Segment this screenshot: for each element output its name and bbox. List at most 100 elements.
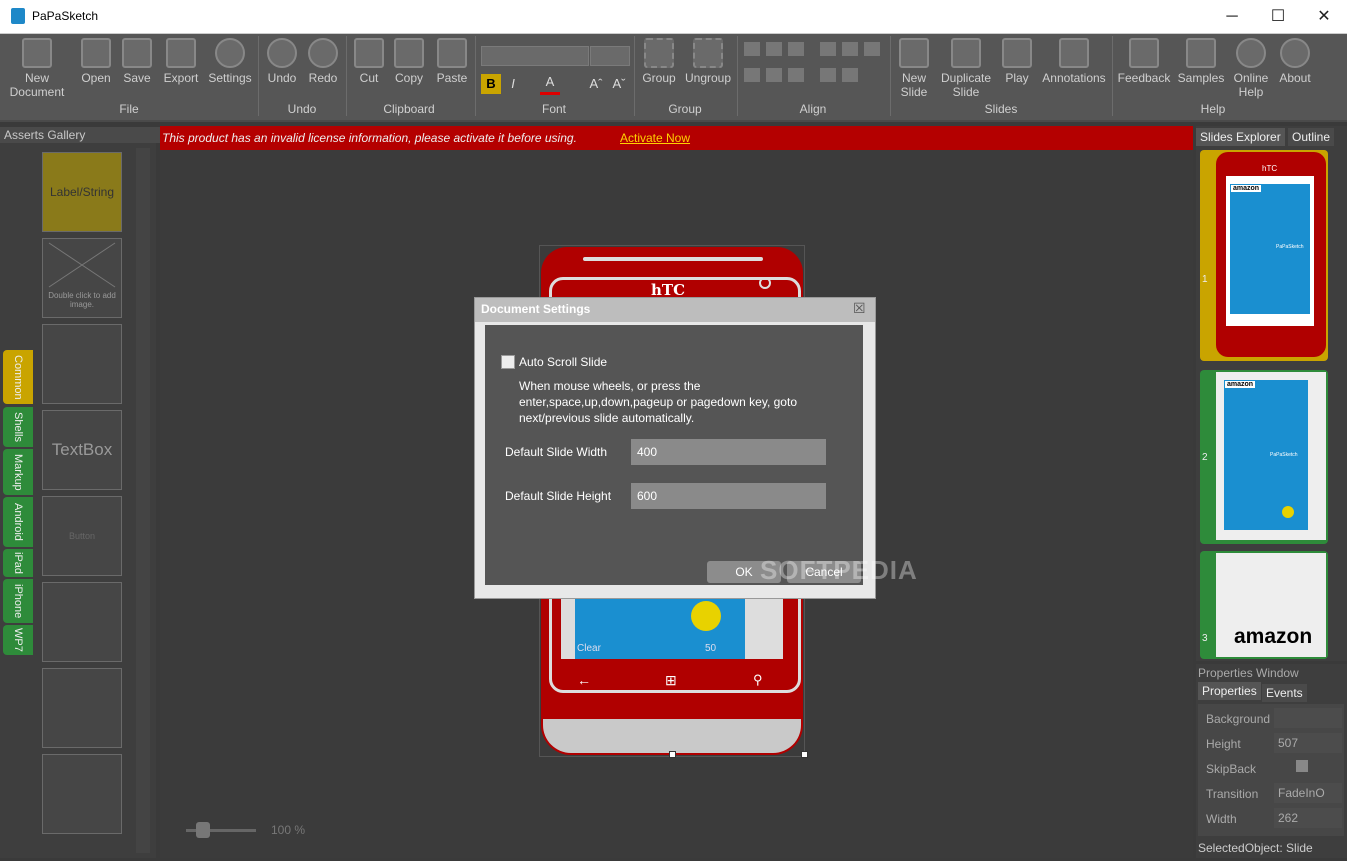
dialog-close-icon[interactable]: ☒ xyxy=(853,300,866,317)
gallery-tab-common[interactable]: Common xyxy=(3,350,33,404)
gallery-tab-wp7[interactable]: WP7 xyxy=(3,625,33,655)
width-value[interactable]: 262 xyxy=(1274,808,1342,828)
slide-width-input[interactable] xyxy=(631,439,826,465)
auto-scroll-checkbox[interactable] xyxy=(501,355,515,369)
open-button[interactable]: Open xyxy=(76,38,116,85)
new-document-button[interactable]: New Document xyxy=(6,38,68,99)
grow-font-button[interactable]: Aˆ xyxy=(586,74,606,94)
undo-button[interactable]: Undo xyxy=(263,38,301,85)
slide-thumbnail-2[interactable]: 2 amazon PaPaSketch xyxy=(1200,370,1328,544)
slide-thumbnail-3[interactable]: 3 amazon xyxy=(1200,551,1328,659)
resize-handle[interactable] xyxy=(801,751,808,758)
tab-outline[interactable]: Outline xyxy=(1288,128,1335,146)
gallery-tab-ipad[interactable]: iPad xyxy=(3,549,33,577)
align-center-icon[interactable] xyxy=(766,42,782,56)
gallery-tab-markup[interactable]: Markup xyxy=(3,449,33,495)
title-bar: PaPaSketch ─ ☐ ✕ xyxy=(0,0,1347,34)
annotation-icon xyxy=(1059,38,1089,68)
italic-button[interactable]: I xyxy=(503,74,523,94)
align-buttons[interactable] xyxy=(744,42,884,92)
property-label: SkipBack xyxy=(1206,762,1257,776)
slide-preview: amazon PaPaSketch xyxy=(1216,372,1326,540)
settings-button[interactable]: Settings xyxy=(205,38,255,85)
weather-tile: Clear 50 xyxy=(575,597,745,659)
copy-button[interactable]: Copy xyxy=(390,38,428,85)
gallery-tab-iphone[interactable]: iPhone xyxy=(3,579,33,623)
distribute-horizontal-icon[interactable] xyxy=(820,42,836,56)
tab-properties[interactable]: Properties xyxy=(1198,682,1261,700)
gallery-scrollbar[interactable] xyxy=(136,148,150,853)
transition-select[interactable]: FadeInO xyxy=(1274,783,1342,803)
align-bottom-icon[interactable] xyxy=(788,68,804,82)
new-slide-button[interactable]: New Slide xyxy=(896,38,932,99)
samples-button[interactable]: Samples xyxy=(1176,38,1226,85)
ribbon-toolbar: New Document Open Save Export Settings F… xyxy=(0,34,1347,122)
resize-handle[interactable] xyxy=(669,751,676,758)
asserts-gallery: Common Shells Markup Android iPad iPhone… xyxy=(0,143,156,858)
gallery-item-panel[interactable] xyxy=(42,324,122,404)
align-middle-icon[interactable] xyxy=(766,68,782,82)
minimize-button[interactable]: ─ xyxy=(1209,0,1255,33)
height-value[interactable]: 507 xyxy=(1274,733,1342,753)
tab-slides-explorer[interactable]: Slides Explorer xyxy=(1196,128,1285,146)
online-help-button[interactable]: Online Help xyxy=(1230,38,1272,99)
font-family-select[interactable] xyxy=(481,46,589,66)
gallery-item-image[interactable]: Double click to add image. xyxy=(42,238,122,318)
paste-icon xyxy=(437,38,467,68)
gallery-tab-shells[interactable]: Shells xyxy=(3,407,33,447)
same-height-icon[interactable] xyxy=(842,68,858,82)
gallery-item-textbox[interactable]: TextBox xyxy=(42,410,122,490)
document-settings-dialog: Document Settings ☒ Auto Scroll Slide Wh… xyxy=(474,297,876,599)
gallery-item-textarea[interactable] xyxy=(42,582,122,662)
tab-events[interactable]: Events xyxy=(1262,684,1307,702)
background-select[interactable] xyxy=(1274,708,1342,728)
cut-button[interactable]: Cut xyxy=(352,38,386,85)
font-size-select[interactable] xyxy=(590,46,630,66)
redo-button[interactable]: Redo xyxy=(304,38,342,85)
zoom-value: 100 % xyxy=(271,823,306,837)
align-right-icon[interactable] xyxy=(788,42,804,56)
phone-screen: Clear 50 xyxy=(561,597,783,659)
align-left-icon[interactable] xyxy=(744,42,760,56)
bold-button[interactable]: B xyxy=(481,74,501,94)
annotations-button[interactable]: Annotations xyxy=(1040,38,1108,85)
font-color-button[interactable]: A xyxy=(540,72,560,95)
phone-bottom-bezel xyxy=(543,719,801,753)
slide-phone-brand: hTC xyxy=(1262,164,1278,173)
scissors-icon xyxy=(354,38,384,68)
slides-explorer-panel: Slides Explorer Outline 1 hTC amazon PaP… xyxy=(1196,126,1347,661)
duplicate-slide-button[interactable]: Duplicate Slide xyxy=(938,38,994,99)
shrink-font-button[interactable]: Aˇ xyxy=(609,74,629,94)
gallery-item-button[interactable]: Button xyxy=(42,496,122,576)
about-button[interactable]: About xyxy=(1276,38,1314,85)
feedback-button[interactable]: Feedback xyxy=(1117,38,1171,85)
gallery-item-rectangle[interactable] xyxy=(42,754,122,834)
save-button[interactable]: Save xyxy=(118,38,156,85)
gallery-item-label[interactable]: Label/String xyxy=(42,152,122,232)
play-button[interactable]: Play xyxy=(1000,38,1034,85)
maximize-button[interactable]: ☐ xyxy=(1255,0,1301,33)
ungroup-button[interactable]: Ungroup xyxy=(682,38,734,85)
license-message: This product has an invalid license info… xyxy=(162,131,577,145)
gallery-tab-android[interactable]: Android xyxy=(3,497,33,547)
same-width-icon[interactable] xyxy=(842,42,858,56)
zoom-slider-thumb[interactable] xyxy=(196,822,210,838)
property-label: Width xyxy=(1206,812,1237,826)
slide-thumbnail-1[interactable]: 1 hTC amazon PaPaSketch xyxy=(1200,150,1328,361)
skipback-checkbox[interactable] xyxy=(1296,760,1308,772)
gear-icon xyxy=(215,38,245,68)
align-top-icon[interactable] xyxy=(744,68,760,82)
dialog-body: Auto Scroll Slide When mouse wheels, or … xyxy=(485,325,863,585)
papasketch-label: PaPaSketch xyxy=(1270,452,1298,458)
property-grid: Background Height 507 SkipBack Transitio… xyxy=(1198,704,1344,836)
same-size-icon[interactable] xyxy=(864,42,880,56)
slide-height-input[interactable] xyxy=(631,483,826,509)
close-button[interactable]: ✕ xyxy=(1301,0,1347,33)
help-icon xyxy=(1236,38,1266,68)
group-button[interactable]: Group xyxy=(640,38,678,85)
export-button[interactable]: Export xyxy=(160,38,202,85)
activate-now-link[interactable]: Activate Now xyxy=(620,131,690,145)
gallery-item-paragraph[interactable] xyxy=(42,668,122,748)
distribute-vertical-icon[interactable] xyxy=(820,68,836,82)
paste-button[interactable]: Paste xyxy=(432,38,472,85)
